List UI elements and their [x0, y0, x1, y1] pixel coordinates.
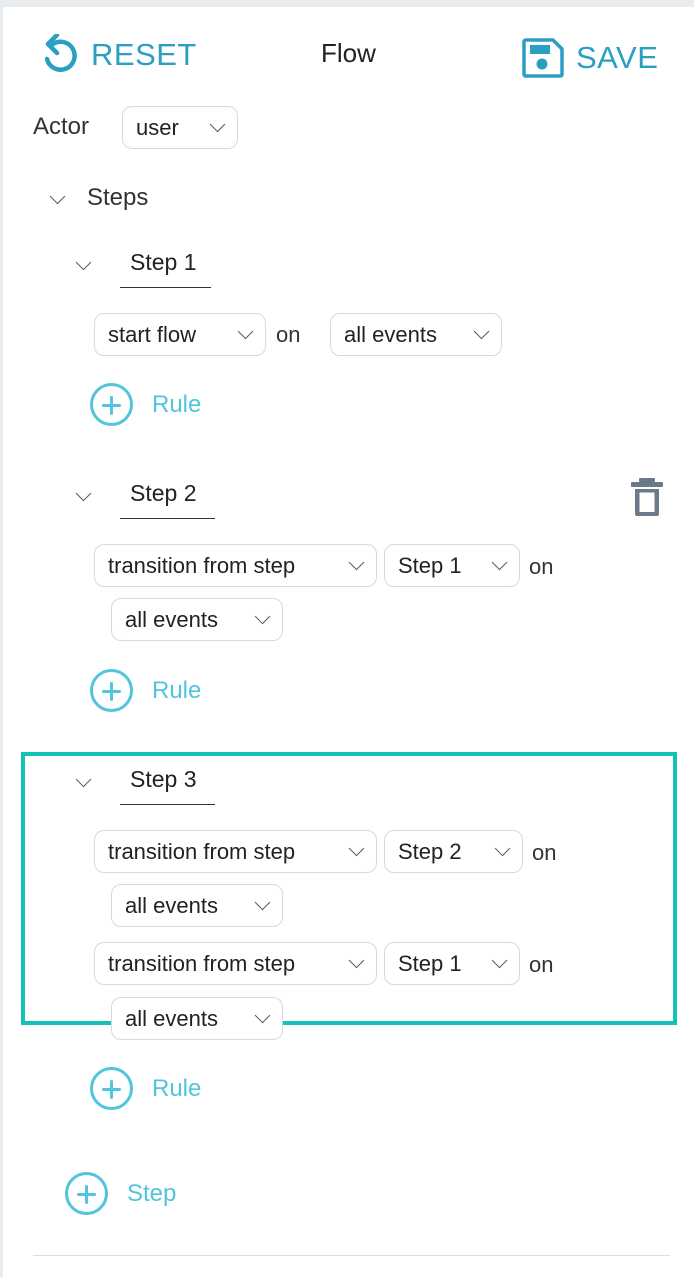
add-rule-label: Rule: [152, 676, 202, 704]
add-step-label: Step: [127, 1179, 177, 1207]
step-3-rule-2-events-select[interactable]: all events: [111, 997, 283, 1040]
chevron-down-icon: [473, 323, 490, 339]
on-label: on: [532, 840, 557, 865]
save-label: SAVE: [576, 40, 659, 75]
chevron-down-icon: [491, 554, 508, 570]
from-step-value: Step 2: [398, 838, 462, 864]
add-circle-icon: [90, 1067, 133, 1110]
flow-panel: RESET Flow SAVE Actor user Steps Step 1 …: [3, 7, 694, 1277]
chevron-down-icon: [254, 894, 271, 910]
chevron-down-icon: [348, 840, 365, 856]
add-circle-icon: [90, 383, 133, 426]
page-title: Flow: [321, 38, 376, 68]
step-3-rule-2-type-select[interactable]: transition from step: [94, 942, 377, 985]
chevron-down-icon: [348, 952, 365, 968]
chevron-down-icon: [494, 840, 511, 856]
step-3-name-input[interactable]: Step 3: [120, 766, 215, 805]
chevron-down-icon: [237, 323, 254, 339]
events-value: all events: [125, 606, 218, 632]
step-2-collapse-icon[interactable]: [75, 485, 92, 502]
divider: [33, 1255, 670, 1256]
chevron-down-icon: [348, 554, 365, 570]
steps-label: Steps: [87, 184, 149, 211]
trash-icon[interactable]: [630, 477, 664, 517]
step-3-rule-1-type-select[interactable]: transition from step: [94, 830, 377, 873]
reset-label: RESET: [91, 37, 197, 72]
step-1-add-rule-button[interactable]: Rule: [90, 383, 201, 426]
add-circle-icon: [65, 1172, 108, 1215]
rule-type-value: transition from step: [108, 552, 296, 578]
step-3-rule-2-from-step-select[interactable]: Step 1: [384, 942, 520, 985]
reset-icon: [44, 34, 77, 72]
from-step-value: Step 1: [398, 552, 462, 578]
step-3-rule-1-events-select[interactable]: all events: [111, 884, 283, 927]
rule-type-value: start flow: [108, 321, 197, 347]
step-2-rule-1-type-select[interactable]: transition from step: [94, 544, 377, 587]
step-2-name-input[interactable]: Step 2: [120, 480, 215, 519]
chevron-down-icon: [209, 116, 226, 132]
from-step-value: Step 1: [398, 950, 462, 976]
step-1-name-input[interactable]: Step 1: [120, 249, 211, 288]
add-circle-icon: [90, 669, 133, 712]
actor-select[interactable]: user: [122, 106, 238, 149]
add-step-button[interactable]: Step: [65, 1172, 176, 1215]
rule-type-value: transition from step: [108, 838, 296, 864]
step-1-collapse-icon[interactable]: [75, 254, 92, 271]
chevron-down-icon: [254, 608, 271, 624]
save-button[interactable]: SAVE: [522, 38, 658, 78]
rule-type-value: transition from step: [108, 950, 296, 976]
save-icon: [522, 38, 564, 78]
on-label: on: [529, 952, 554, 977]
reset-button[interactable]: RESET: [41, 34, 197, 76]
steps-collapse-icon[interactable]: [49, 188, 66, 205]
step-3-rule-1-from-step-select[interactable]: Step 2: [384, 830, 523, 873]
add-rule-label: Rule: [152, 390, 202, 418]
actor-select-value: user: [136, 114, 179, 140]
step-1-rule-1-type-select[interactable]: start flow: [94, 313, 266, 356]
step-2-add-rule-button[interactable]: Rule: [90, 669, 201, 712]
events-value: all events: [344, 321, 437, 347]
on-label: on: [276, 322, 301, 347]
step-2-rule-1-from-step-select[interactable]: Step 1: [384, 544, 520, 587]
step-1-rule-1-events-select[interactable]: all events: [330, 313, 502, 356]
add-rule-label: Rule: [152, 1074, 202, 1102]
actor-label: Actor: [33, 113, 90, 140]
on-label: on: [529, 554, 554, 579]
chevron-down-icon: [254, 1007, 271, 1023]
events-value: all events: [125, 1005, 218, 1031]
chevron-down-icon: [491, 952, 508, 968]
events-value: all events: [125, 892, 218, 918]
step-3-add-rule-button[interactable]: Rule: [90, 1067, 201, 1110]
step-2-rule-1-events-select[interactable]: all events: [111, 598, 283, 641]
